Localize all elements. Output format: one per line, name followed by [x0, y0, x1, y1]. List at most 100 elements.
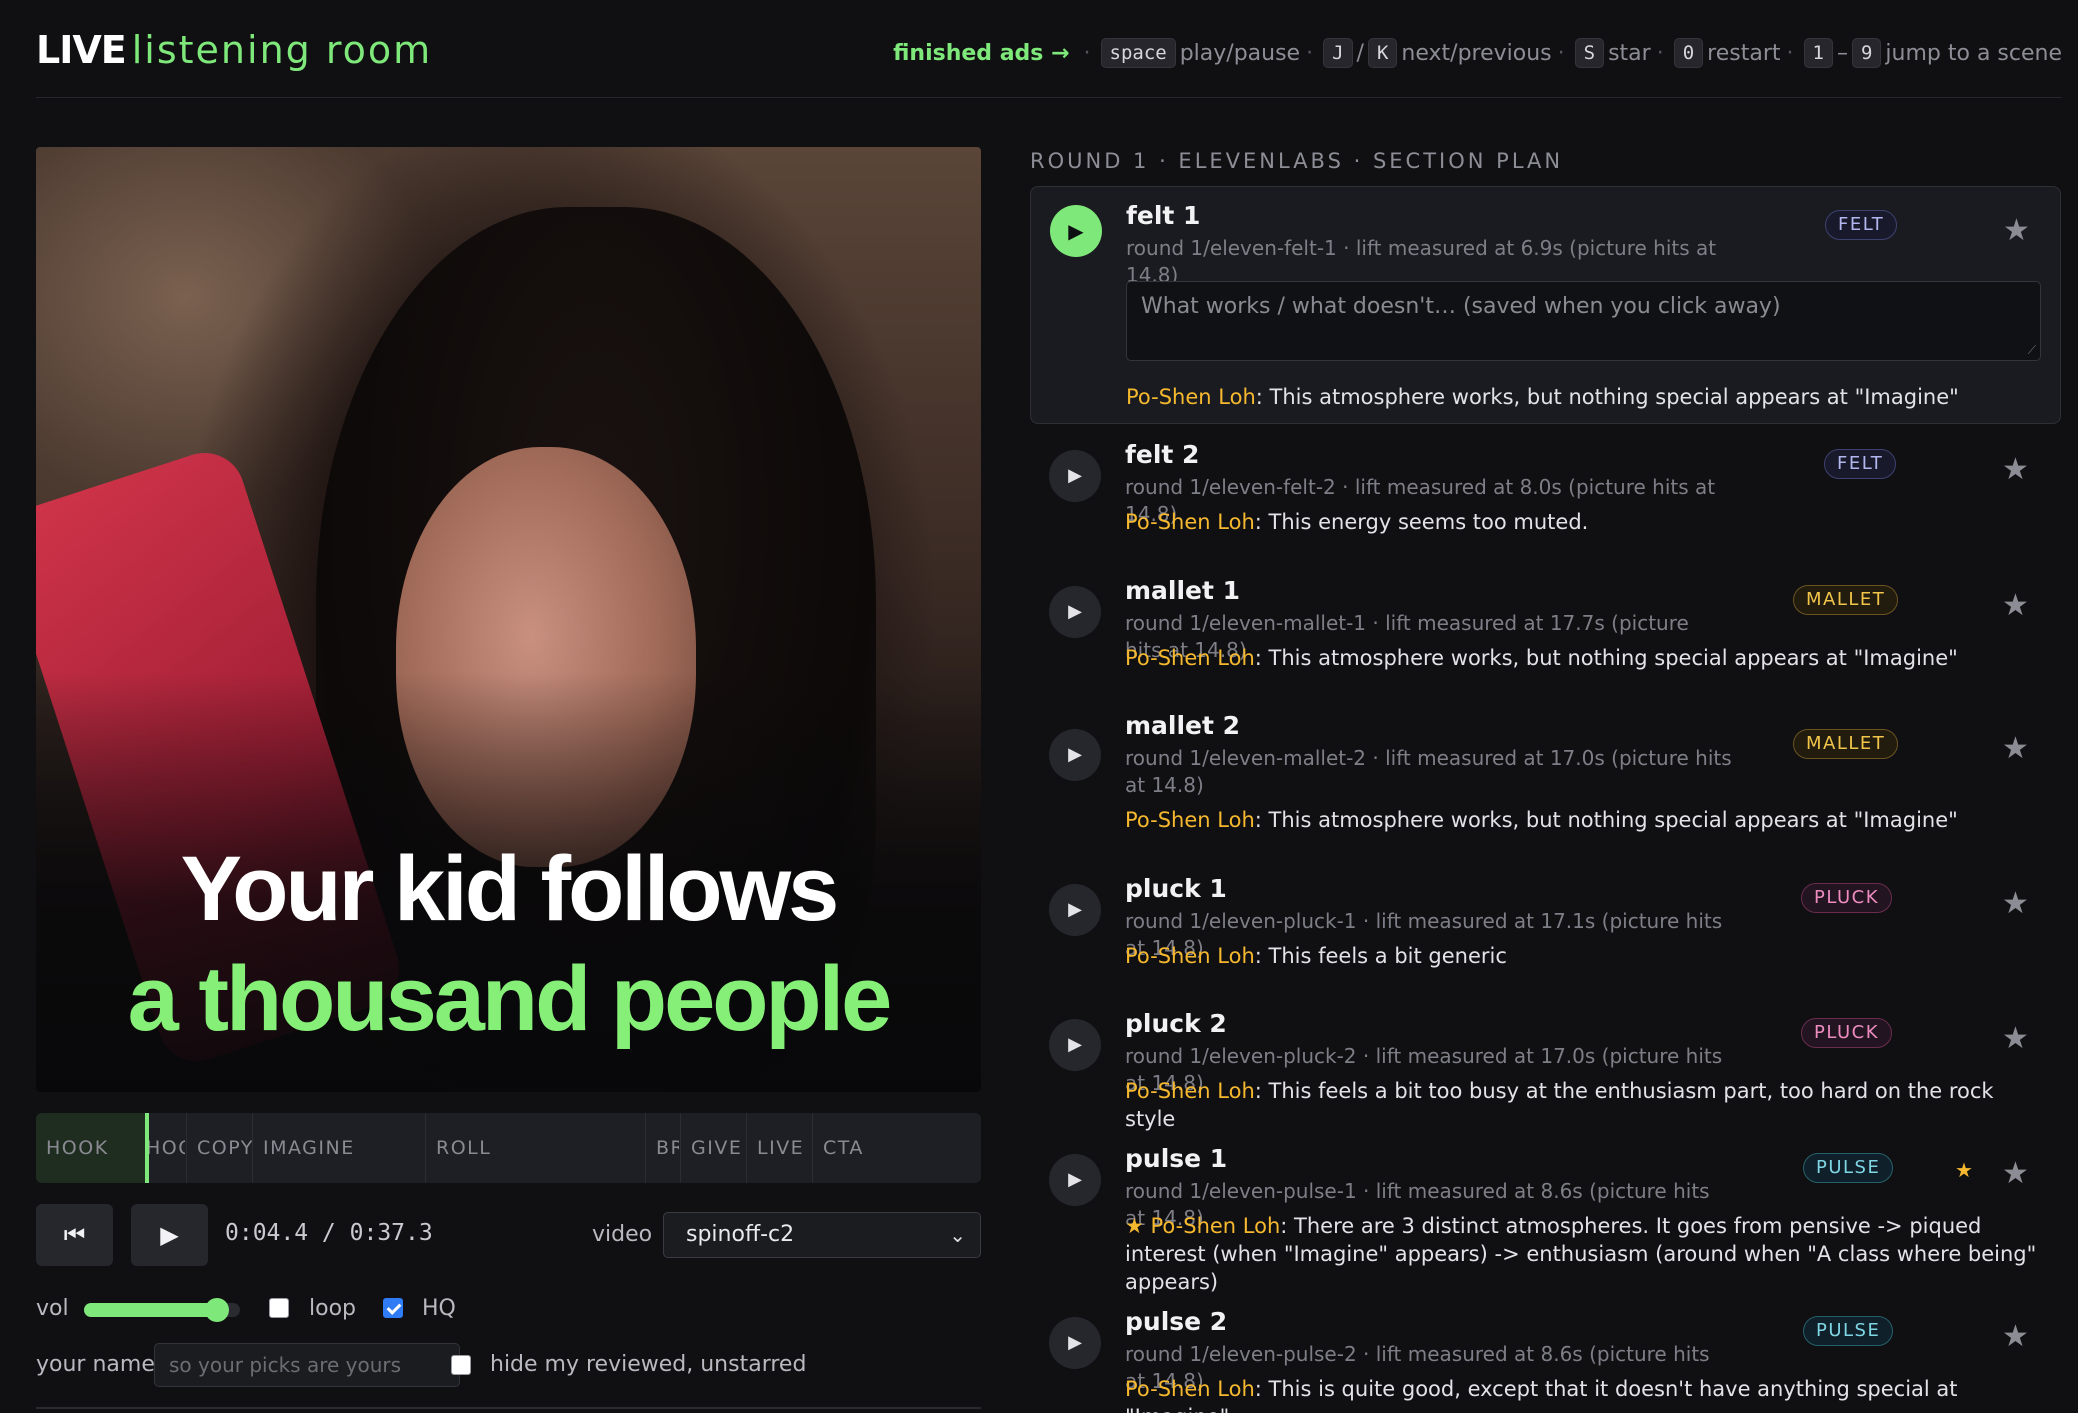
skip-back-button[interactable]: ⏮	[36, 1204, 113, 1266]
track-subtitle: round 1/eleven-mallet-2 · lift measured …	[1125, 746, 1732, 797]
play-icon: ▶	[1068, 465, 1082, 486]
segment-roll[interactable]: ROLL	[425, 1113, 651, 1183]
segment-live[interactable]: LIVE	[746, 1113, 812, 1183]
tag-badge: PULSE	[1803, 1316, 1894, 1346]
review-note: Po-Shen Loh: This energy seems too muted…	[1125, 508, 2040, 536]
reviewer-name: Po-Shen Loh	[1125, 1377, 1255, 1401]
caption-line-2: a thousand people	[127, 948, 893, 1050]
star-button[interactable]: ★	[2002, 452, 2029, 487]
track-title: pluck 2	[1125, 1009, 1227, 1038]
loop-checkbox[interactable]	[269, 1298, 289, 1318]
notes-placeholder: What works / what doesn't… (saved when y…	[1141, 294, 1781, 319]
track-card-pulse-1[interactable]: ▶ pulse 1 round 1/eleven-pulse-1 · lift …	[1030, 1130, 2061, 1294]
star-button[interactable]: ★	[2002, 1319, 2029, 1354]
segment-cta[interactable]: CTA	[812, 1113, 981, 1183]
review-text: : This feels a bit too busy at the enthu…	[1125, 1079, 1994, 1131]
play-icon: ▶	[1068, 1332, 1082, 1353]
reviewer-name: Po-Shen Loh	[1126, 385, 1256, 409]
reviewer-name: Po-Shen Loh	[1125, 646, 1255, 670]
star-icon: ★	[2002, 886, 2029, 921]
hide-reviewed-checkbox[interactable]	[451, 1355, 471, 1375]
tag-badge: PLUCK	[1801, 883, 1893, 913]
notes-textarea[interactable]: What works / what doesn't… (saved when y…	[1126, 281, 2041, 361]
jk-label: next/previous	[1401, 40, 1552, 66]
star-button[interactable]: ★	[2002, 1156, 2029, 1191]
track-list: ▶ felt 1 round 1/eleven-felt-1 · lift me…	[1030, 186, 2061, 1413]
video-select-value: spinoff-c2	[686, 1222, 795, 1247]
k-key: K	[1367, 38, 1398, 68]
separator: ·	[1083, 40, 1091, 66]
finished-ads-link[interactable]: finished ads →	[893, 41, 1069, 66]
caption-line-1: Your kid follows	[180, 838, 840, 940]
track-title: mallet 2	[1125, 711, 1241, 740]
tag-badge: FELT	[1824, 449, 1897, 479]
volume-thumb[interactable]	[205, 1298, 229, 1322]
header: LIVE listening room finished ads → · spac…	[36, 0, 2062, 98]
segment-imagine[interactable]: IMAGINE	[252, 1113, 412, 1183]
name-input[interactable]: so your picks are yours	[154, 1343, 460, 1387]
slash: /	[1356, 40, 1364, 66]
separator: ·	[1306, 40, 1314, 66]
star-button[interactable]: ★	[2003, 213, 2030, 248]
play-icon: ▶	[1068, 601, 1082, 622]
s-label: star	[1608, 40, 1651, 66]
star-button[interactable]: ★	[2002, 731, 2029, 766]
one-key: 1	[1803, 38, 1833, 68]
track-card-mallet-1[interactable]: ▶ mallet 1 round 1/eleven-mallet-1 · lif…	[1030, 562, 2061, 697]
star-button[interactable]: ★	[2002, 886, 2029, 921]
separator: ·	[1656, 40, 1664, 66]
play-icon: ▶	[1068, 1169, 1082, 1190]
play-button-felt-2[interactable]: ▶	[1049, 450, 1101, 502]
scene-timeline[interactable]: HOOK HOOK COPY IMAGINE ROLL BR GIVE LIVE…	[36, 1113, 981, 1183]
video-preview[interactable]: Your kid follows a thousand people	[36, 147, 981, 1092]
zero-key: 0	[1673, 38, 1704, 68]
track-card-felt-1[interactable]: ▶ felt 1 round 1/eleven-felt-1 · lift me…	[1030, 186, 2061, 424]
segment-copy[interactable]: COPY	[186, 1113, 252, 1183]
play-button-mallet-2[interactable]: ▶	[1049, 729, 1101, 781]
track-card-pluck-2[interactable]: ▶ pluck 2 round 1/eleven-pluck-2 · lift …	[1030, 995, 2061, 1131]
play-icon: ▶	[1068, 899, 1082, 920]
tag-badge: PULSE	[1803, 1153, 1894, 1183]
review-text: : This atmosphere works, but nothing spe…	[1254, 646, 1958, 670]
track-title: felt 1	[1126, 201, 1201, 230]
track-title: pluck 1	[1125, 874, 1227, 903]
tag-badge: MALLET	[1793, 585, 1899, 615]
play-button-pluck-1[interactable]: ▶	[1049, 884, 1101, 936]
star-button[interactable]: ★	[2002, 588, 2029, 623]
hq-checkbox[interactable]	[383, 1298, 403, 1318]
track-card-felt-2[interactable]: ▶ felt 2 round 1/eleven-felt-2 · lift me…	[1030, 426, 2061, 562]
star-icon: ★	[2002, 452, 2029, 487]
space-label: play/pause	[1179, 40, 1301, 66]
play-button[interactable]: ▶	[131, 1204, 208, 1266]
track-card-mallet-2[interactable]: ▶ mallet 2 round 1/eleven-mallet-2 · lif…	[1030, 697, 2061, 860]
j-key: J	[1323, 38, 1353, 68]
segment-hook[interactable]: HOOK	[36, 1113, 145, 1183]
star-button[interactable]: ★	[2002, 1021, 2029, 1056]
tag-badge: FELT	[1825, 210, 1898, 240]
video-select[interactable]: spinoff-c2 ⌄	[663, 1212, 981, 1258]
divider	[36, 1407, 981, 1409]
reviewer-star-icon: ★	[1955, 1158, 1973, 1182]
track-card-pulse-2[interactable]: ▶ pulse 2 round 1/eleven-pulse-2 · lift …	[1030, 1293, 2061, 1413]
s-key: S	[1574, 38, 1605, 68]
play-button-pulse-2[interactable]: ▶	[1049, 1317, 1101, 1369]
segment-give[interactable]: GIVE	[680, 1113, 746, 1183]
track-title: felt 2	[1125, 440, 1200, 469]
play-button-mallet-1[interactable]: ▶	[1049, 586, 1101, 638]
dash: –	[1836, 40, 1848, 66]
time-readout: 0:04.4 / 0:37.3	[225, 1220, 433, 1246]
name-row: your name so your picks are yours hide m…	[36, 1343, 981, 1387]
reviewer-name: Po-Shen Loh	[1125, 510, 1255, 534]
track-card-pluck-1[interactable]: ▶ pluck 1 round 1/eleven-pluck-1 · lift …	[1030, 860, 2061, 995]
segment-hook-2[interactable]: HOOK	[145, 1113, 185, 1183]
resize-grip-icon[interactable]: ⟋	[2028, 343, 2036, 358]
segment-br[interactable]: BR	[645, 1113, 679, 1183]
playhead[interactable]	[145, 1113, 149, 1183]
play-button-pluck-2[interactable]: ▶	[1049, 1019, 1101, 1071]
play-button-pulse-1[interactable]: ▶	[1049, 1154, 1101, 1206]
tag-badge: PLUCK	[1801, 1018, 1893, 1048]
section-title: ROUND 1 · ELEVENLABS · SECTION PLAN	[1030, 149, 1564, 173]
separator: ·	[1557, 40, 1565, 66]
track-title: pulse 2	[1125, 1307, 1228, 1336]
play-button-felt-1[interactable]: ▶	[1050, 205, 1102, 257]
